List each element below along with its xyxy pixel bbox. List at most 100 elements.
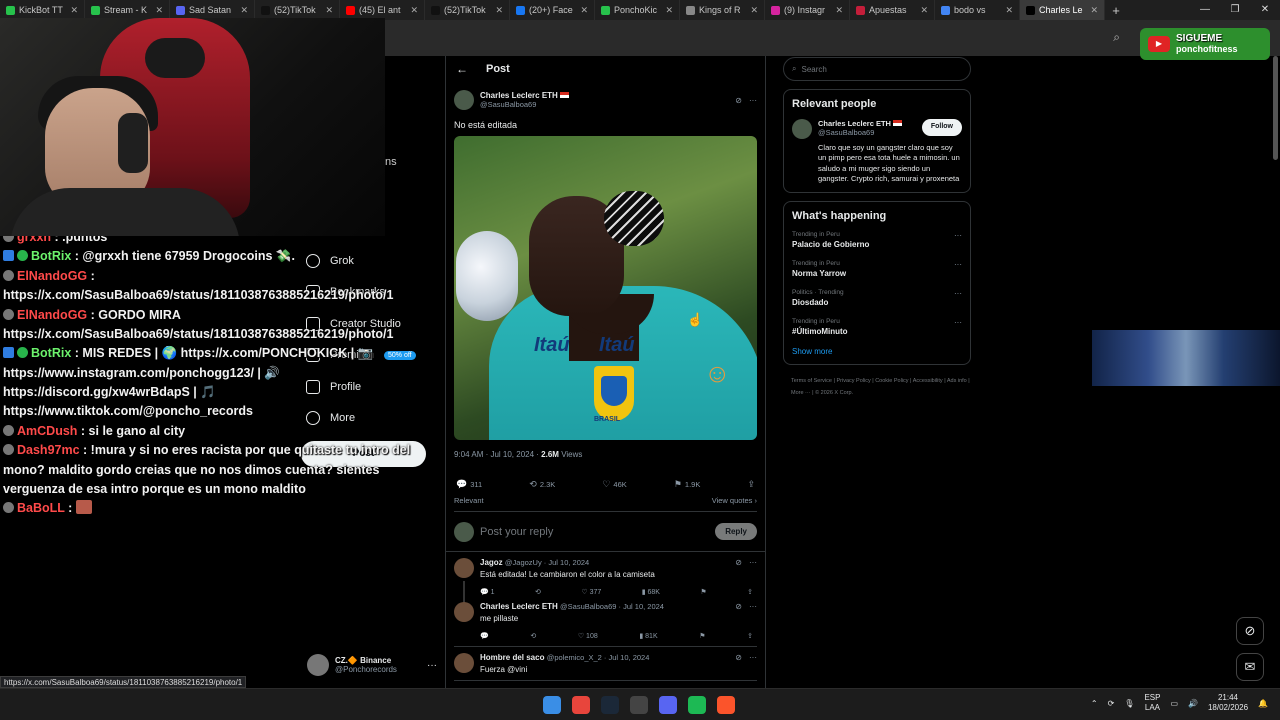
tab-close-icon[interactable]: ✕ [580,5,588,16]
tab-close-icon[interactable]: ✕ [835,5,843,16]
trend-item[interactable]: Politics · Trending Diosdado ··· [792,289,962,307]
tweet-photo[interactable]: Itaú Itaú BRASIL ☺ ☝ [454,136,757,440]
reply-tweet[interactable]: Jagoz @JagozUy · Jul 10, 2024 Está editad… [446,552,765,615]
grok-icon[interactable]: ⊘ [735,96,742,105]
chat-username[interactable]: ElNandoGG [17,308,87,322]
more-icon[interactable]: ··· [427,660,437,671]
browser-tab[interactable]: (20+) Face ✕ [510,0,595,20]
reply-action[interactable]: 💬 1 [480,588,495,596]
more-icon[interactable]: ··· [749,653,757,674]
views-action[interactable]: ▮ 68K [642,588,660,596]
tab-close-icon[interactable]: ✕ [155,5,163,16]
more-icon[interactable]: ··· [749,558,757,579]
browser-tab[interactable]: Stream - K ✕ [85,0,170,20]
browser-tab[interactable]: Kings of R ✕ [680,0,765,20]
more-icon[interactable]: ··· [749,96,757,105]
repost-action[interactable]: ⟲ [535,588,541,596]
views-action[interactable]: ▮ 81K [639,632,657,640]
bookmark-action[interactable]: ⚑ [700,588,706,596]
browser-tab[interactable]: (52)TikTok ✕ [255,0,340,20]
reply-input[interactable]: Post your reply [480,526,553,538]
search-input[interactable]: ⌕ Search [783,57,971,81]
grok-icon[interactable]: ⊘ [735,558,742,579]
grok-icon[interactable]: ⊘ [735,602,742,623]
avatar[interactable] [454,602,474,622]
tab-close-icon[interactable]: ✕ [1090,5,1098,16]
tab-close-icon[interactable]: ✕ [325,5,333,16]
browser-tab[interactable]: KickBot TT ✕ [0,0,85,20]
follow-button[interactable]: Follow [921,119,962,136]
more-icon[interactable]: ··· [954,260,962,278]
footer-link[interactable]: Ads info [947,378,967,384]
reply-action[interactable]: 💬 311 [456,479,482,490]
maximize-button[interactable]: ❐ [1220,0,1250,20]
reply-author[interactable]: Charles Leclerc ETH @SasuBalboa69 · Jul … [480,602,664,611]
windows-start-icon[interactable] [543,696,561,714]
more-icon[interactable]: ··· [954,289,962,307]
chevron-up-icon[interactable]: ⌃ [1091,699,1098,708]
avatar[interactable] [454,558,474,578]
footer-link[interactable]: Privacy Policy [836,378,870,384]
sort-relevant-dropdown[interactable]: Relevant [454,496,484,505]
share-action[interactable]: ⇪ [747,479,755,490]
chat-username[interactable]: BaBoLL [17,501,65,515]
tab-close-icon[interactable]: ✕ [495,5,503,16]
brave-icon[interactable] [717,696,735,714]
browser-tab[interactable]: (52)TikTok ✕ [425,0,510,20]
browser-tab[interactable]: (45) El ant ✕ [340,0,425,20]
back-arrow-icon[interactable]: ← [456,62,468,76]
author-name[interactable]: Charles Leclerc ETH [480,91,569,101]
avatar[interactable] [454,90,474,110]
trend-item[interactable]: Trending in Peru #ÚltimoMinuto ··· [792,318,962,336]
footer-link[interactable]: Terms of Service [791,378,832,384]
grok-icon[interactable]: ⊘ [735,653,742,674]
timestamp[interactable]: 9:04 AM · Jul 10, 2024 · [454,450,539,459]
tab-close-icon[interactable]: ✕ [70,5,78,16]
reply-author[interactable]: Hombre del saco @polemico_X_2 · Jul 10, … [480,653,649,662]
repost-action[interactable]: ⟲ [530,632,536,640]
account-switcher[interactable]: CZ.🔶 Binance @Ponchorecords ··· [307,652,437,678]
reply-tweet[interactable]: Charles Leclerc ETH @SasuBalboa69 · Jul … [446,596,765,647]
more-icon[interactable]: ··· [749,602,757,623]
scrollbar[interactable] [1273,56,1278,160]
clock[interactable]: 21:44 18/02/2026 [1208,693,1248,713]
share-action[interactable]: ⇪ [747,632,753,640]
tab-close-icon[interactable]: ✕ [240,5,248,16]
heart-action[interactable]: ♡ 108 [578,632,598,640]
trend-item[interactable]: Trending in Peru Palacio de Gobierno ··· [792,231,962,249]
person-handle[interactable]: @SasuBalboa69 [818,128,902,137]
reply-button[interactable]: Reply [715,523,757,540]
footer-link[interactable]: Accessibility [913,378,943,384]
volume-icon[interactable]: 🔊 [1188,699,1198,708]
browser-tab[interactable]: Sad Satan ✕ [170,0,255,20]
footer-link[interactable]: More ··· [791,390,811,396]
network-icon[interactable]: ▭ [1170,699,1178,708]
chat-username[interactable]: ElNandoGG [17,269,87,283]
repost-action[interactable]: ⟲ 2.3K [529,479,555,490]
bookmark-action[interactable]: ⚑ [699,632,705,640]
chat-username[interactable]: AmCDush [17,424,77,438]
avatar[interactable] [792,119,812,139]
zoom-search-icon[interactable]: ⌕ [1113,30,1120,45]
discord-icon[interactable] [659,696,677,714]
browser-tab[interactable]: bodo vs ✕ [935,0,1020,20]
tab-close-icon[interactable]: ✕ [750,5,758,16]
notification-icon[interactable]: 🔔 [1258,699,1268,708]
footer-link[interactable]: Cookie Policy [875,378,908,384]
heart-action[interactable]: ♡ 377 [581,588,601,596]
show-more-link[interactable]: Show more [792,347,962,356]
grok-float-icon[interactable]: ⊘ [1236,617,1264,645]
close-window-button[interactable]: ✕ [1250,0,1280,20]
more-icon[interactable]: ··· [954,231,962,249]
tab-close-icon[interactable]: ✕ [665,5,673,16]
tab-close-icon[interactable]: ✕ [410,5,418,16]
browser-tab[interactable]: Apuestas ✕ [850,0,935,20]
reply-tweet[interactable]: Hombre del saco @polemico_X_2 · Jul 10, … [446,647,765,681]
steam-icon[interactable] [601,696,619,714]
trend-item[interactable]: Trending in Peru Norma Yarrow ··· [792,260,962,278]
browser-tab[interactable]: PonchoKic ✕ [595,0,680,20]
tab-close-icon[interactable]: ✕ [1005,5,1013,16]
language-indicator[interactable]: ESP LAA [1144,693,1160,713]
minimize-button[interactable]: — [1190,0,1220,20]
obs-icon[interactable] [630,696,648,714]
